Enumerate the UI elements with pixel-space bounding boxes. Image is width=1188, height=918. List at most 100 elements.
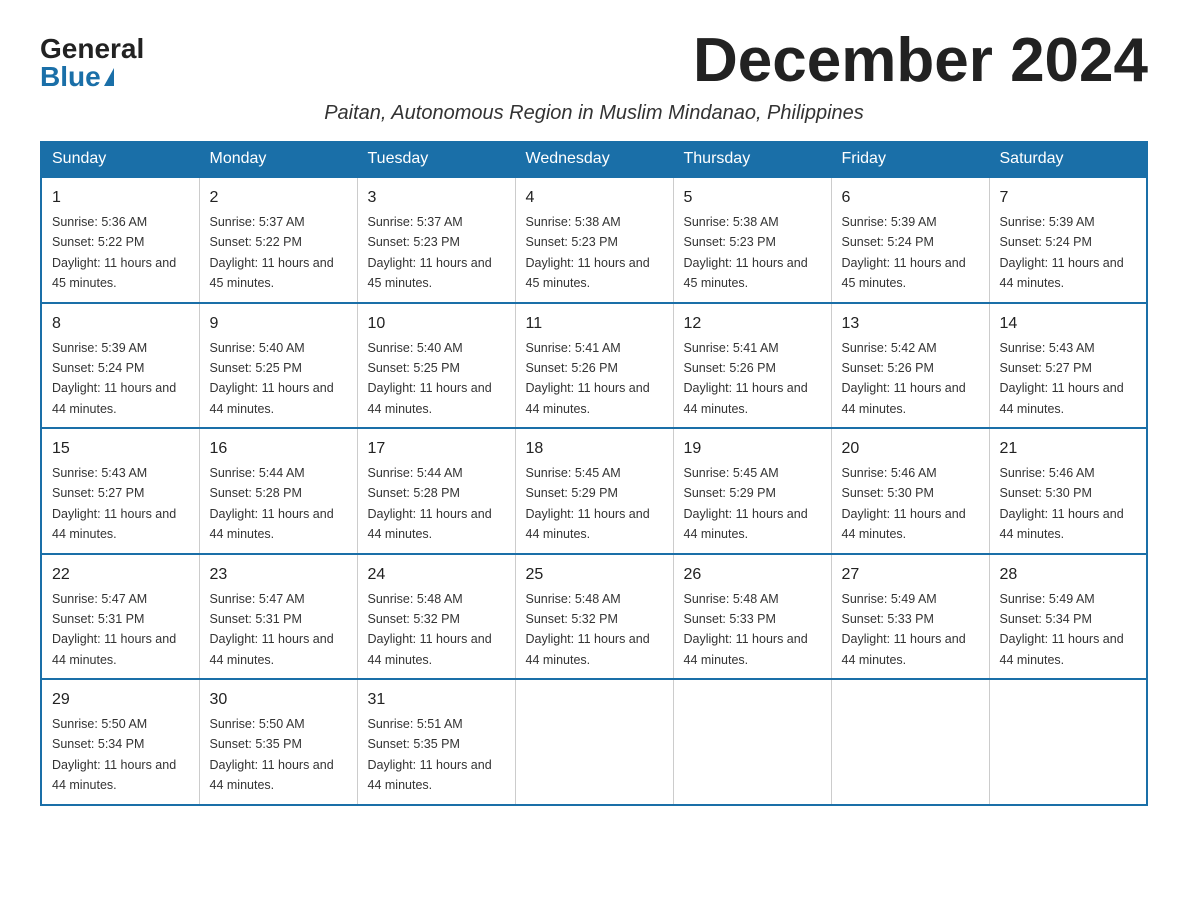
day-number: 10 [368, 312, 505, 336]
table-row: 14 Sunrise: 5:43 AMSunset: 5:27 PMDaylig… [989, 303, 1147, 429]
table-row: 7 Sunrise: 5:39 AMSunset: 5:24 PMDayligh… [989, 177, 1147, 303]
page-header: General Blue December 2024 [40, 30, 1148, 92]
table-row: 8 Sunrise: 5:39 AMSunset: 5:24 PMDayligh… [41, 303, 199, 429]
day-info: Sunrise: 5:49 AMSunset: 5:34 PMDaylight:… [1000, 592, 1124, 667]
day-number: 3 [368, 186, 505, 210]
day-number: 25 [526, 563, 663, 587]
day-number: 12 [684, 312, 821, 336]
day-info: Sunrise: 5:49 AMSunset: 5:33 PMDaylight:… [842, 592, 966, 667]
day-number: 26 [684, 563, 821, 587]
table-row: 18 Sunrise: 5:45 AMSunset: 5:29 PMDaylig… [515, 428, 673, 554]
calendar-week-row: 29 Sunrise: 5:50 AMSunset: 5:34 PMDaylig… [41, 679, 1147, 805]
header-tuesday: Tuesday [357, 142, 515, 178]
day-info: Sunrise: 5:43 AMSunset: 5:27 PMDaylight:… [1000, 341, 1124, 416]
table-row: 24 Sunrise: 5:48 AMSunset: 5:32 PMDaylig… [357, 554, 515, 680]
day-number: 23 [210, 563, 347, 587]
table-row: 9 Sunrise: 5:40 AMSunset: 5:25 PMDayligh… [199, 303, 357, 429]
day-number: 7 [1000, 186, 1137, 210]
day-info: Sunrise: 5:37 AMSunset: 5:23 PMDaylight:… [368, 215, 492, 290]
table-row: 4 Sunrise: 5:38 AMSunset: 5:23 PMDayligh… [515, 177, 673, 303]
calendar-week-row: 15 Sunrise: 5:43 AMSunset: 5:27 PMDaylig… [41, 428, 1147, 554]
table-row: 10 Sunrise: 5:40 AMSunset: 5:25 PMDaylig… [357, 303, 515, 429]
table-row: 21 Sunrise: 5:46 AMSunset: 5:30 PMDaylig… [989, 428, 1147, 554]
table-row: 6 Sunrise: 5:39 AMSunset: 5:24 PMDayligh… [831, 177, 989, 303]
table-row: 12 Sunrise: 5:41 AMSunset: 5:26 PMDaylig… [673, 303, 831, 429]
table-row [989, 679, 1147, 805]
table-row: 2 Sunrise: 5:37 AMSunset: 5:22 PMDayligh… [199, 177, 357, 303]
month-title: December 2024 [693, 30, 1148, 92]
table-row: 19 Sunrise: 5:45 AMSunset: 5:29 PMDaylig… [673, 428, 831, 554]
calendar-week-row: 22 Sunrise: 5:47 AMSunset: 5:31 PMDaylig… [41, 554, 1147, 680]
header-wednesday: Wednesday [515, 142, 673, 178]
table-row: 16 Sunrise: 5:44 AMSunset: 5:28 PMDaylig… [199, 428, 357, 554]
table-row: 22 Sunrise: 5:47 AMSunset: 5:31 PMDaylig… [41, 554, 199, 680]
table-row: 20 Sunrise: 5:46 AMSunset: 5:30 PMDaylig… [831, 428, 989, 554]
day-info: Sunrise: 5:43 AMSunset: 5:27 PMDaylight:… [52, 466, 176, 541]
table-row [515, 679, 673, 805]
table-row: 25 Sunrise: 5:48 AMSunset: 5:32 PMDaylig… [515, 554, 673, 680]
table-row: 28 Sunrise: 5:49 AMSunset: 5:34 PMDaylig… [989, 554, 1147, 680]
logo: General Blue [40, 35, 144, 91]
day-info: Sunrise: 5:42 AMSunset: 5:26 PMDaylight:… [842, 341, 966, 416]
day-info: Sunrise: 5:44 AMSunset: 5:28 PMDaylight:… [368, 466, 492, 541]
day-info: Sunrise: 5:50 AMSunset: 5:35 PMDaylight:… [210, 717, 334, 792]
day-number: 20 [842, 437, 979, 461]
day-info: Sunrise: 5:48 AMSunset: 5:33 PMDaylight:… [684, 592, 808, 667]
day-number: 8 [52, 312, 189, 336]
day-info: Sunrise: 5:39 AMSunset: 5:24 PMDaylight:… [842, 215, 966, 290]
day-number: 27 [842, 563, 979, 587]
day-number: 15 [52, 437, 189, 461]
day-number: 9 [210, 312, 347, 336]
day-info: Sunrise: 5:41 AMSunset: 5:26 PMDaylight:… [526, 341, 650, 416]
table-row [673, 679, 831, 805]
table-row: 17 Sunrise: 5:44 AMSunset: 5:28 PMDaylig… [357, 428, 515, 554]
day-number: 16 [210, 437, 347, 461]
day-number: 2 [210, 186, 347, 210]
day-info: Sunrise: 5:50 AMSunset: 5:34 PMDaylight:… [52, 717, 176, 792]
header-friday: Friday [831, 142, 989, 178]
day-info: Sunrise: 5:45 AMSunset: 5:29 PMDaylight:… [526, 466, 650, 541]
logo-triangle-icon [104, 68, 114, 86]
day-info: Sunrise: 5:47 AMSunset: 5:31 PMDaylight:… [210, 592, 334, 667]
table-row: 23 Sunrise: 5:47 AMSunset: 5:31 PMDaylig… [199, 554, 357, 680]
day-number: 18 [526, 437, 663, 461]
day-number: 19 [684, 437, 821, 461]
day-number: 24 [368, 563, 505, 587]
header-thursday: Thursday [673, 142, 831, 178]
table-row: 11 Sunrise: 5:41 AMSunset: 5:26 PMDaylig… [515, 303, 673, 429]
day-number: 5 [684, 186, 821, 210]
day-number: 13 [842, 312, 979, 336]
table-row: 5 Sunrise: 5:38 AMSunset: 5:23 PMDayligh… [673, 177, 831, 303]
day-info: Sunrise: 5:40 AMSunset: 5:25 PMDaylight:… [210, 341, 334, 416]
table-row: 27 Sunrise: 5:49 AMSunset: 5:33 PMDaylig… [831, 554, 989, 680]
day-info: Sunrise: 5:40 AMSunset: 5:25 PMDaylight:… [368, 341, 492, 416]
day-info: Sunrise: 5:37 AMSunset: 5:22 PMDaylight:… [210, 215, 334, 290]
calendar-week-row: 8 Sunrise: 5:39 AMSunset: 5:24 PMDayligh… [41, 303, 1147, 429]
table-row: 1 Sunrise: 5:36 AMSunset: 5:22 PMDayligh… [41, 177, 199, 303]
day-number: 29 [52, 688, 189, 712]
calendar-header-row: Sunday Monday Tuesday Wednesday Thursday… [41, 142, 1147, 178]
table-row: 26 Sunrise: 5:48 AMSunset: 5:33 PMDaylig… [673, 554, 831, 680]
day-number: 1 [52, 186, 189, 210]
day-number: 30 [210, 688, 347, 712]
day-info: Sunrise: 5:38 AMSunset: 5:23 PMDaylight:… [684, 215, 808, 290]
day-number: 4 [526, 186, 663, 210]
header-monday: Monday [199, 142, 357, 178]
day-info: Sunrise: 5:48 AMSunset: 5:32 PMDaylight:… [368, 592, 492, 667]
page-subtitle: Paitan, Autonomous Region in Muslim Mind… [40, 102, 1148, 125]
day-info: Sunrise: 5:36 AMSunset: 5:22 PMDaylight:… [52, 215, 176, 290]
day-number: 11 [526, 312, 663, 336]
logo-blue-text: Blue [40, 63, 114, 91]
table-row: 3 Sunrise: 5:37 AMSunset: 5:23 PMDayligh… [357, 177, 515, 303]
day-info: Sunrise: 5:47 AMSunset: 5:31 PMDaylight:… [52, 592, 176, 667]
day-number: 31 [368, 688, 505, 712]
day-info: Sunrise: 5:39 AMSunset: 5:24 PMDaylight:… [52, 341, 176, 416]
logo-general-text: General [40, 35, 144, 63]
day-number: 14 [1000, 312, 1137, 336]
table-row: 13 Sunrise: 5:42 AMSunset: 5:26 PMDaylig… [831, 303, 989, 429]
calendar-week-row: 1 Sunrise: 5:36 AMSunset: 5:22 PMDayligh… [41, 177, 1147, 303]
day-info: Sunrise: 5:39 AMSunset: 5:24 PMDaylight:… [1000, 215, 1124, 290]
day-info: Sunrise: 5:51 AMSunset: 5:35 PMDaylight:… [368, 717, 492, 792]
table-row: 15 Sunrise: 5:43 AMSunset: 5:27 PMDaylig… [41, 428, 199, 554]
day-info: Sunrise: 5:46 AMSunset: 5:30 PMDaylight:… [1000, 466, 1124, 541]
